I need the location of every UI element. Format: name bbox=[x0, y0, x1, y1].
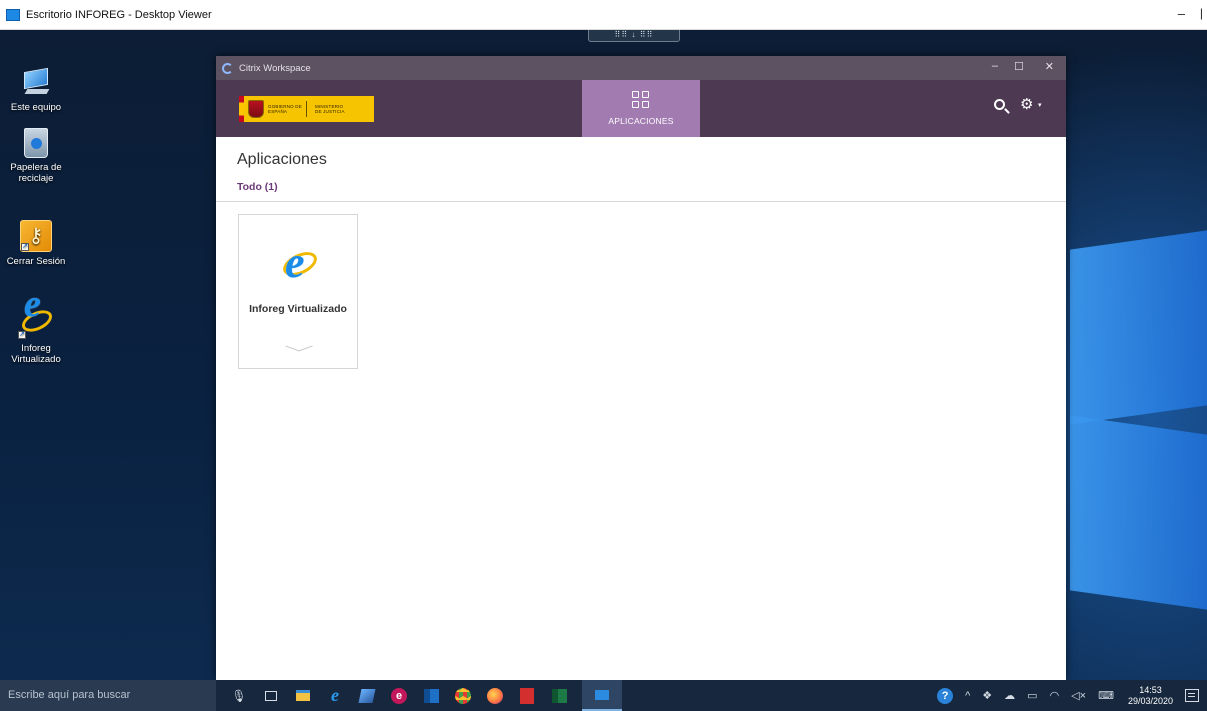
settings-button[interactable]: ⚙ ▾ bbox=[1020, 95, 1048, 115]
viewer-minimize-button[interactable]: – bbox=[1178, 6, 1185, 21]
microphone-icon[interactable]: 🎙 bbox=[230, 687, 248, 705]
taskbar-clock[interactable]: 14:53 29/03/2020 bbox=[1128, 685, 1173, 707]
dropbox-icon[interactable]: ❖ bbox=[982, 689, 992, 702]
apps-grid-icon bbox=[632, 91, 650, 109]
citrix-logo-icon bbox=[222, 62, 233, 74]
spain-flag-icon bbox=[239, 96, 244, 122]
clock-date: 29/03/2020 bbox=[1127, 695, 1173, 706]
tab-applications-label: APLICACIONES bbox=[608, 116, 674, 126]
onedrive-icon[interactable]: ☁ bbox=[1004, 689, 1015, 702]
logo-government-text: GOBIERNO DE ESPAÑA bbox=[268, 104, 302, 114]
desktop-icon-label: Cerrar Sesión bbox=[6, 256, 66, 267]
viewer-more-button[interactable]: | bbox=[1200, 6, 1203, 20]
desktop-icon-this-pc[interactable]: Este equipo bbox=[0, 67, 72, 113]
computer-icon bbox=[20, 67, 52, 98]
volume-icon[interactable]: ◁× bbox=[1071, 689, 1086, 702]
wifi-icon[interactable]: ◠ bbox=[1050, 689, 1060, 702]
clock-time: 14:53 bbox=[1139, 684, 1162, 695]
task-view-icon[interactable] bbox=[262, 687, 280, 705]
citrix-maximize-button[interactable]: ☐ bbox=[1014, 60, 1024, 73]
search-icon bbox=[994, 99, 1005, 110]
viewer-toolbar-tab[interactable]: ⠿⠿ ↓ ⠿⠿ bbox=[588, 30, 680, 42]
app-tile-inforeg[interactable]: e Inforeg Virtualizado bbox=[238, 214, 358, 369]
keyboard-icon[interactable]: ⌨ bbox=[1098, 689, 1114, 702]
desktop-icon-recycle-bin[interactable]: Papelera de reciclaje bbox=[0, 128, 72, 184]
windows-logo-upper bbox=[1070, 230, 1207, 425]
viewer-titlebar: Escritorio INFOREG - Desktop Viewer – | bbox=[0, 0, 1207, 30]
gear-icon: ⚙ bbox=[1020, 96, 1034, 113]
desktop-viewer-icon[interactable] bbox=[582, 680, 622, 711]
coat-of-arms-icon bbox=[248, 100, 264, 118]
excel-icon[interactable] bbox=[550, 687, 568, 705]
desktop: Este equipo Papelera de reciclaje ⚷ ↗ Cer… bbox=[0, 30, 1207, 680]
citrix-header: GOBIERNO DE ESPAÑA MINISTERIO DE JUSTICI… bbox=[216, 80, 1066, 137]
logo-ministry-text: MINISTERIO DE JUSTICIA bbox=[315, 104, 345, 114]
logo-separator bbox=[306, 101, 307, 117]
notes-icon[interactable] bbox=[358, 687, 376, 705]
acrobat-icon[interactable] bbox=[518, 687, 536, 705]
system-tray: ? ^ ❖ ☁ ▭ ◠ ◁× ⌨ 14:53 29/03/2020 bbox=[937, 680, 1207, 711]
firefox-icon[interactable] bbox=[486, 687, 504, 705]
battery-icon[interactable]: ▭ bbox=[1027, 689, 1037, 702]
desktop-icon-inforeg[interactable]: e ↗ Inforeg Virtualizado bbox=[0, 285, 72, 365]
citrix-titlebar: Citrix Workspace – ☐ ✕ bbox=[216, 56, 1066, 80]
viewer-title: Escritorio INFOREG - Desktop Viewer bbox=[26, 8, 212, 21]
chevron-down-icon: ▾ bbox=[1038, 102, 1042, 109]
internet-explorer-icon[interactable]: e bbox=[326, 685, 344, 705]
taskbar: Escribe aquí para buscar 🎙 e e ? ^ ❖ ☁ ▭… bbox=[0, 680, 1207, 711]
desktop-icon-label: Papelera de reciclaje bbox=[10, 162, 62, 184]
tab-applications[interactable]: APLICACIONES bbox=[582, 80, 700, 137]
outlook-icon[interactable] bbox=[422, 687, 440, 705]
search-button[interactable] bbox=[992, 97, 1012, 117]
page-title: Aplicaciones bbox=[237, 151, 327, 168]
internet-explorer-icon: e ↗ bbox=[18, 285, 56, 339]
chevron-down-icon[interactable] bbox=[285, 345, 313, 357]
citrix-close-button[interactable]: ✕ bbox=[1045, 60, 1054, 73]
citrix-minimize-button[interactable]: – bbox=[992, 60, 998, 72]
content-divider bbox=[216, 201, 1066, 202]
ministry-logo: GOBIERNO DE ESPAÑA MINISTERIO DE JUSTICI… bbox=[239, 96, 374, 122]
chrome-icon[interactable] bbox=[454, 687, 472, 705]
help-icon[interactable]: ? bbox=[937, 687, 954, 704]
notification-center-icon[interactable] bbox=[1185, 689, 1199, 702]
windows-logo-lower bbox=[1070, 415, 1207, 610]
key-logout-icon: ⚷ ↗ bbox=[20, 220, 52, 252]
internet-explorer-icon: e bbox=[279, 238, 321, 287]
filter-all-tab[interactable]: Todo (1) bbox=[237, 181, 278, 193]
recycle-bin-icon bbox=[24, 128, 48, 158]
desktop-icon-label: Este equipo bbox=[10, 102, 62, 113]
citrix-window: Citrix Workspace – ☐ ✕ GOBIERNO DE ESPAÑ… bbox=[216, 56, 1066, 680]
desktop-icon-label: Inforeg Virtualizado bbox=[11, 343, 61, 365]
citrix-window-title: Citrix Workspace bbox=[239, 62, 311, 74]
desktop-viewer-icon bbox=[6, 8, 20, 21]
app-tile-name: Inforeg Virtualizado bbox=[249, 303, 347, 315]
chevron-up-icon[interactable]: ^ bbox=[965, 690, 970, 702]
file-explorer-icon[interactable] bbox=[294, 687, 312, 705]
desktop-icon-logout[interactable]: ⚷ ↗ Cerrar Sesión bbox=[0, 220, 72, 267]
e-app-icon[interactable]: e bbox=[390, 687, 408, 705]
taskbar-search-box[interactable]: Escribe aquí para buscar bbox=[0, 680, 216, 711]
